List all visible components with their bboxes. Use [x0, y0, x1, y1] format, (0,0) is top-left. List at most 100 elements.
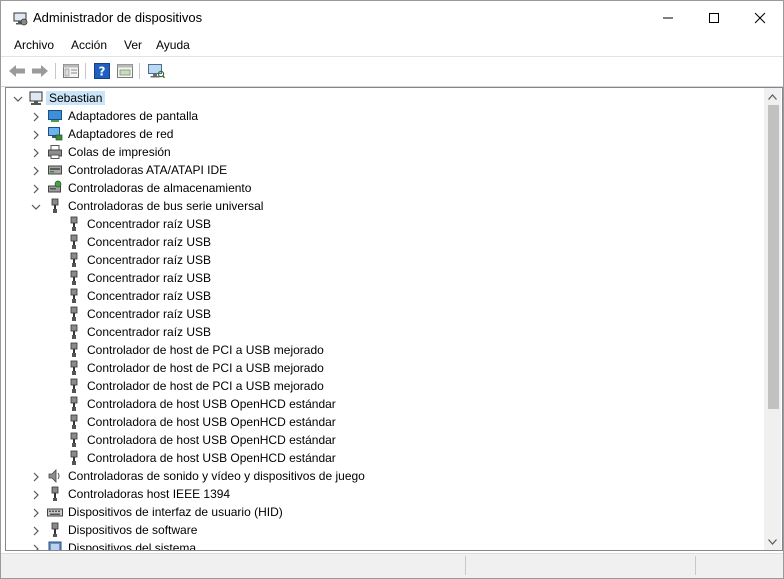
tree-category[interactable]: Adaptadores de pantalla: [6, 107, 764, 125]
tree-category[interactable]: Controladoras host IEEE 1394: [6, 485, 764, 503]
usb-icon: [66, 414, 82, 430]
status-cell: [695, 556, 783, 575]
usb-icon: [66, 396, 82, 412]
tree-category-label: Adaptadores de red: [68, 127, 174, 141]
menu-ver[interactable]: Ver: [123, 38, 143, 52]
chevron-right-icon[interactable]: [30, 164, 42, 176]
maximize-button[interactable]: [691, 1, 737, 34]
usb-icon: [47, 198, 63, 214]
ieee1394-icon: [47, 486, 63, 502]
close-button[interactable]: [737, 1, 783, 34]
toolbar: ?: [1, 56, 783, 87]
tree-device[interactable]: Controlador de host de PCI a USB mejorad…: [6, 341, 764, 359]
tree-category[interactable]: Dispositivos de interfaz de usuario (HID…: [6, 503, 764, 521]
tree-device[interactable]: Controlador de host de PCI a USB mejorad…: [6, 359, 764, 377]
chevron-right-icon[interactable]: [30, 470, 42, 482]
device-tree[interactable]: Sebastian Adaptadores de pantalla Adaptado…: [6, 88, 764, 550]
scrollbar-thumb[interactable]: [768, 105, 779, 409]
usb-icon: [66, 270, 82, 286]
scan-hardware-icon: [148, 64, 165, 79]
back-icon: [9, 65, 25, 77]
tree-device-label: Controladora de host USB OpenHCD estánda…: [87, 433, 336, 447]
tree-device-label: Controlador de host de PCI a USB mejorad…: [87, 361, 324, 375]
tree-device[interactable]: Controlador de host de PCI a USB mejorad…: [6, 377, 764, 395]
tree-device-label: Controlador de host de PCI a USB mejorad…: [87, 379, 324, 393]
back-button[interactable]: [7, 61, 27, 81]
chevron-down-icon[interactable]: [30, 200, 42, 212]
usb-icon: [66, 432, 82, 448]
tree-device[interactable]: Concentrador raíz USB: [6, 269, 764, 287]
tree-device-label: Concentrador raíz USB: [87, 235, 212, 249]
computer-icon: [28, 90, 44, 106]
tree-category[interactable]: Controladoras de sonido y vídeo y dispos…: [6, 467, 764, 485]
tree-device[interactable]: Controladora de host USB OpenHCD estánda…: [6, 449, 764, 467]
usb-icon: [66, 252, 82, 268]
properties-button[interactable]: [61, 61, 81, 81]
help-icon: ?: [94, 63, 110, 79]
usb-icon: [66, 288, 82, 304]
tree-device[interactable]: Concentrador raíz USB: [6, 305, 764, 323]
tree-device[interactable]: Controladora de host USB OpenHCD estánda…: [6, 413, 764, 431]
tree-device-label: Controladora de host USB OpenHCD estánda…: [87, 451, 336, 465]
tree-category-label: Dispositivos de software: [68, 523, 198, 537]
chevron-right-icon[interactable]: [30, 128, 42, 140]
scroll-down-icon: [768, 538, 777, 545]
tree-category-label: Controladoras de sonido y vídeo y dispos…: [68, 469, 365, 483]
tree-device-label: Concentrador raíz USB: [87, 307, 212, 321]
help-button[interactable]: ?: [92, 61, 112, 81]
tree-category[interactable]: Controladoras de almacenamiento: [6, 179, 764, 197]
menu-ayuda[interactable]: Ayuda: [155, 38, 191, 52]
chevron-right-icon[interactable]: [30, 524, 42, 536]
menu-archivo[interactable]: Archivo: [13, 38, 55, 52]
tree-device[interactable]: Concentrador raíz USB: [6, 323, 764, 341]
chevron-right-icon[interactable]: [30, 488, 42, 500]
menu-accion[interactable]: Acción: [70, 38, 108, 52]
tree-category[interactable]: Dispositivos de software: [6, 521, 764, 539]
status-bar: [1, 553, 783, 578]
tree-category-label: Controladoras de bus serie universal: [68, 199, 264, 213]
tree-category-label: Controladoras de almacenamiento: [68, 181, 252, 195]
tree-device[interactable]: Concentrador raíz USB: [6, 251, 764, 269]
chevron-right-icon[interactable]: [30, 506, 42, 518]
device-manager-window: Administrador de dispositivos Archivo Ac…: [0, 0, 784, 579]
tree-device[interactable]: Controladora de host USB OpenHCD estánda…: [6, 395, 764, 413]
tree-category-label: Dispositivos de interfaz de usuario (HID…: [68, 505, 283, 519]
chevron-right-icon[interactable]: [30, 110, 42, 122]
usb-icon: [66, 324, 82, 340]
speaker-icon: [47, 468, 63, 484]
storage-controller-icon: [47, 180, 63, 196]
display-adapter-icon: [47, 108, 63, 124]
software-device-icon: [47, 522, 63, 538]
tree-category[interactable]: Controladoras de bus serie universal: [6, 197, 764, 215]
tree-category[interactable]: Adaptadores de red: [6, 125, 764, 143]
scroll-down-button[interactable]: [764, 533, 781, 550]
tree-category[interactable]: Dispositivos del sistema: [6, 539, 764, 551]
vertical-scrollbar[interactable]: [764, 88, 781, 550]
tree-device[interactable]: Controladora de host USB OpenHCD estánda…: [6, 431, 764, 449]
tree-device-label: Concentrador raíz USB: [87, 217, 212, 231]
chevron-right-icon[interactable]: [30, 182, 42, 194]
tree-device[interactable]: Concentrador raíz USB: [6, 287, 764, 305]
tree-category-label: Dispositivos del sistema: [68, 541, 197, 551]
tree-root-label: Sebastian: [46, 91, 106, 105]
tree-device[interactable]: Concentrador raíz USB: [6, 233, 764, 251]
title-bar[interactable]: Administrador de dispositivos: [1, 1, 783, 34]
chevron-right-icon[interactable]: [30, 146, 42, 158]
window-title: Administrador de dispositivos: [33, 10, 203, 25]
tree-root[interactable]: Sebastian: [6, 89, 764, 107]
forward-button[interactable]: [30, 61, 50, 81]
update-driver-button[interactable]: [115, 61, 135, 81]
printer-icon: [47, 144, 63, 160]
tree-category-label: Controladoras host IEEE 1394: [68, 487, 231, 501]
status-cell: [465, 556, 696, 575]
minimize-button[interactable]: [645, 1, 691, 34]
properties-icon: [63, 64, 79, 78]
tree-category[interactable]: Controladoras ATA/ATAPI IDE: [6, 161, 764, 179]
scroll-up-button[interactable]: [764, 88, 781, 105]
tree-category[interactable]: Colas de impresión: [6, 143, 764, 161]
tree-device[interactable]: Concentrador raíz USB: [6, 215, 764, 233]
minimize-icon: [663, 17, 673, 18]
chevron-down-icon[interactable]: [12, 92, 24, 104]
scan-hardware-button[interactable]: [146, 61, 166, 81]
chevron-right-icon[interactable]: [30, 542, 42, 550]
